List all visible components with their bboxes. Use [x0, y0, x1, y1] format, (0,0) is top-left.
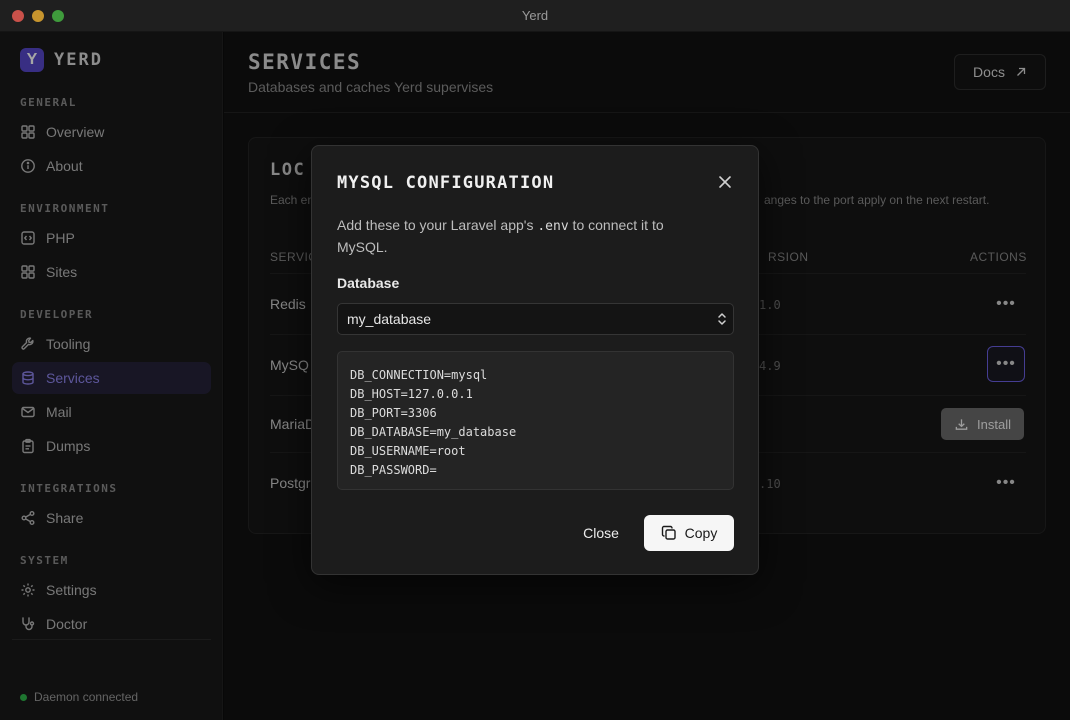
env-line: DB_HOST=127.0.0.1: [350, 387, 473, 401]
zoom-window-button[interactable]: [52, 10, 64, 22]
modal-description-text: Add these to your Laravel app's: [337, 217, 538, 233]
minimize-window-button[interactable]: [32, 10, 44, 22]
database-field-label: Database: [337, 275, 400, 291]
env-line: DB_PASSWORD=: [350, 463, 437, 477]
window-titlebar: Yerd: [0, 0, 1070, 32]
close-icon[interactable]: [714, 171, 736, 193]
close-window-button[interactable]: [12, 10, 24, 22]
close-button[interactable]: Close: [574, 516, 628, 550]
env-filename: .env: [537, 219, 569, 234]
copy-icon: [661, 525, 676, 540]
chevron-updown-icon: [718, 313, 726, 325]
copy-button[interactable]: Copy: [644, 515, 734, 551]
env-line: DB_PORT=3306: [350, 406, 437, 420]
modal-description: Add these to your Laravel app's .env to …: [337, 215, 717, 257]
env-line: DB_DATABASE=my_database: [350, 425, 517, 439]
env-line: DB_USERNAME=root: [350, 444, 466, 458]
env-code-block: DB_CONNECTION=mysql DB_HOST=127.0.0.1 DB…: [337, 351, 734, 490]
window-title: Yerd: [521, 8, 549, 23]
modal-title: MYSQL CONFIGURATION: [337, 173, 555, 193]
env-line: DB_CONNECTION=mysql: [350, 368, 488, 382]
copy-button-label: Copy: [684, 525, 718, 541]
window-controls: [12, 10, 64, 22]
database-select[interactable]: my_database: [337, 303, 734, 335]
mysql-config-modal: MYSQL CONFIGURATION Add these to your La…: [311, 145, 759, 575]
database-select-value: my_database: [347, 311, 432, 327]
